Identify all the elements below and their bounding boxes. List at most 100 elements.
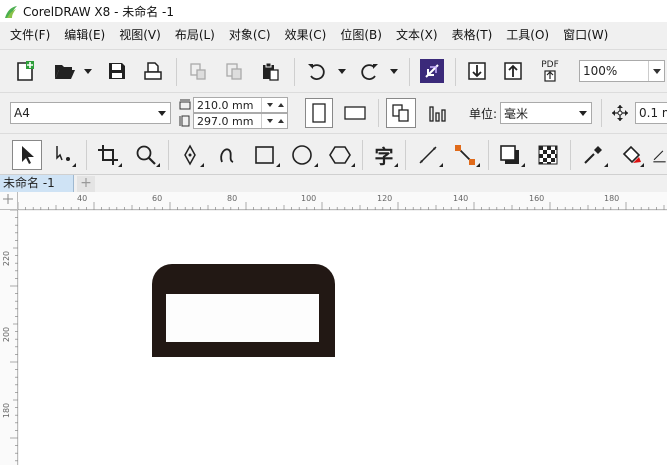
portrait-button[interactable] (305, 98, 333, 128)
title-bar: CorelDRAW X8 - 未命名 -1 (0, 0, 667, 22)
drop-shadow-tool-icon[interactable] (497, 142, 523, 168)
drawing-canvas[interactable] (19, 211, 667, 465)
flyout-arrow[interactable] (118, 163, 122, 167)
ellipse-tool-icon[interactable] (289, 142, 315, 168)
ruler-label: 140 (453, 194, 469, 203)
import-icon[interactable] (465, 59, 489, 83)
save-icon[interactable] (105, 59, 129, 83)
page-width-value: 210.0 mm (197, 99, 254, 112)
undo-icon[interactable] (305, 59, 329, 83)
menu-effects[interactable]: 效果(C) (278, 22, 334, 49)
snap-icon[interactable] (420, 59, 444, 83)
ruler-label: 80 (227, 194, 238, 203)
print-icon[interactable] (141, 59, 165, 83)
menu-bitmaps[interactable]: 位图(B) (333, 22, 389, 49)
menu-view[interactable]: 视图(V) (112, 22, 168, 49)
flyout-arrow[interactable] (521, 163, 525, 167)
separator (488, 140, 489, 170)
separator (294, 58, 295, 86)
clipboard-icon[interactable] (258, 59, 282, 83)
flyout-arrow[interactable] (314, 163, 318, 167)
toolbox: 字 (0, 133, 667, 174)
height-stepper[interactable] (261, 114, 287, 128)
dimension-tool-icon[interactable] (415, 142, 441, 168)
drawn-shape-inner-rectangle[interactable] (166, 294, 319, 342)
separator (601, 99, 602, 127)
open-folder-icon[interactable] (52, 59, 78, 83)
menu-window[interactable]: 窗口(W) (556, 22, 615, 49)
chevron-down-icon[interactable] (575, 103, 591, 123)
menu-table[interactable]: 表格(T) (445, 22, 500, 49)
separator (570, 140, 571, 170)
flyout-arrow[interactable] (72, 163, 76, 167)
menu-text[interactable]: 文本(X) (389, 22, 445, 49)
flyout-arrow[interactable] (276, 163, 280, 167)
menu-object[interactable]: 对象(C) (222, 22, 278, 49)
coreldraw-logo-icon (4, 4, 18, 18)
polygon-tool-icon[interactable] (327, 142, 353, 168)
page-width-icon (178, 98, 192, 112)
new-document-icon[interactable] (12, 59, 38, 83)
paper-size-combo[interactable]: A4 (10, 102, 171, 124)
freehand-tool-icon[interactable] (215, 142, 241, 168)
vertical-ruler[interactable]: 220 200 180 (0, 210, 18, 465)
page-height-field[interactable]: 297.0 mm (193, 113, 288, 129)
width-stepper[interactable] (261, 98, 287, 112)
coreldraw-window: CorelDRAW X8 - 未命名 -1 文件(F) 编辑(E) 视图(V) … (0, 0, 667, 465)
separator (168, 140, 169, 170)
flyout-arrow[interactable] (394, 163, 398, 167)
units-combo[interactable]: 毫米 (500, 102, 592, 124)
flyout-arrow[interactable] (351, 163, 355, 167)
chevron-down-icon[interactable] (648, 61, 664, 81)
outline-tool-icon[interactable] (652, 142, 667, 168)
flyout-arrow[interactable] (604, 163, 608, 167)
ruler-label: 40 (77, 194, 88, 203)
add-tab-button[interactable]: + (77, 176, 95, 192)
zoom-level-combo[interactable]: 100% (579, 60, 665, 82)
ruler-label: 120 (377, 194, 393, 203)
pick-tool-icon[interactable] (12, 140, 42, 170)
rectangle-tool-icon[interactable] (252, 142, 278, 168)
undo-dropdown-arrow[interactable] (338, 69, 346, 74)
flyout-arrow[interactable] (640, 163, 644, 167)
flyout-arrow[interactable] (200, 163, 204, 167)
page-width-field[interactable]: 210.0 mm (193, 97, 288, 113)
document-tab[interactable]: 未命名 -1 (0, 175, 74, 193)
units-label: 单位: (469, 107, 498, 121)
transparency-tool-icon[interactable] (535, 142, 561, 168)
pdf-label: PDF (541, 60, 559, 70)
ruler-origin[interactable] (0, 192, 18, 210)
zoom-value: 100% (583, 64, 618, 78)
menu-layout[interactable]: 布局(L) (168, 22, 222, 49)
nudge-distance-field[interactable]: 0.1 m (635, 102, 667, 124)
ruler-label: 160 (529, 194, 545, 203)
flyout-arrow[interactable] (156, 163, 160, 167)
chevron-down-icon[interactable] (154, 103, 170, 123)
pdf-icon[interactable]: PDF (537, 58, 563, 84)
ruler-label: 200 (2, 326, 12, 343)
export-icon[interactable] (501, 59, 525, 83)
menu-file[interactable]: 文件(F) (3, 22, 57, 49)
ruler-label: 60 (152, 194, 163, 203)
paste-format-icon[interactable] (222, 59, 246, 83)
open-dropdown-arrow[interactable] (84, 69, 92, 74)
eyedropper-tool-icon[interactable] (580, 142, 606, 168)
redo-icon[interactable] (357, 59, 381, 83)
drawn-shape-frame[interactable] (152, 264, 335, 357)
menu-tools[interactable]: 工具(O) (499, 22, 556, 49)
landscape-button[interactable] (340, 101, 370, 125)
redo-dropdown-arrow[interactable] (390, 69, 398, 74)
flyout-arrow[interactable] (439, 163, 443, 167)
horizontal-ruler[interactable]: 40 60 80 100 120 140 160 180 (18, 192, 667, 210)
copy-format-icon[interactable] (186, 59, 210, 83)
menu-edit[interactable]: 编辑(E) (57, 22, 112, 49)
flyout-arrow[interactable] (476, 163, 480, 167)
page-height-icon (178, 114, 192, 128)
separator (455, 58, 456, 86)
page-height-value: 297.0 mm (197, 115, 254, 128)
current-page-button[interactable] (424, 100, 452, 126)
separator (86, 140, 87, 170)
ruler-label: 180 (2, 402, 12, 419)
all-pages-button[interactable] (386, 98, 416, 128)
connector-tool-icon[interactable] (452, 142, 478, 168)
